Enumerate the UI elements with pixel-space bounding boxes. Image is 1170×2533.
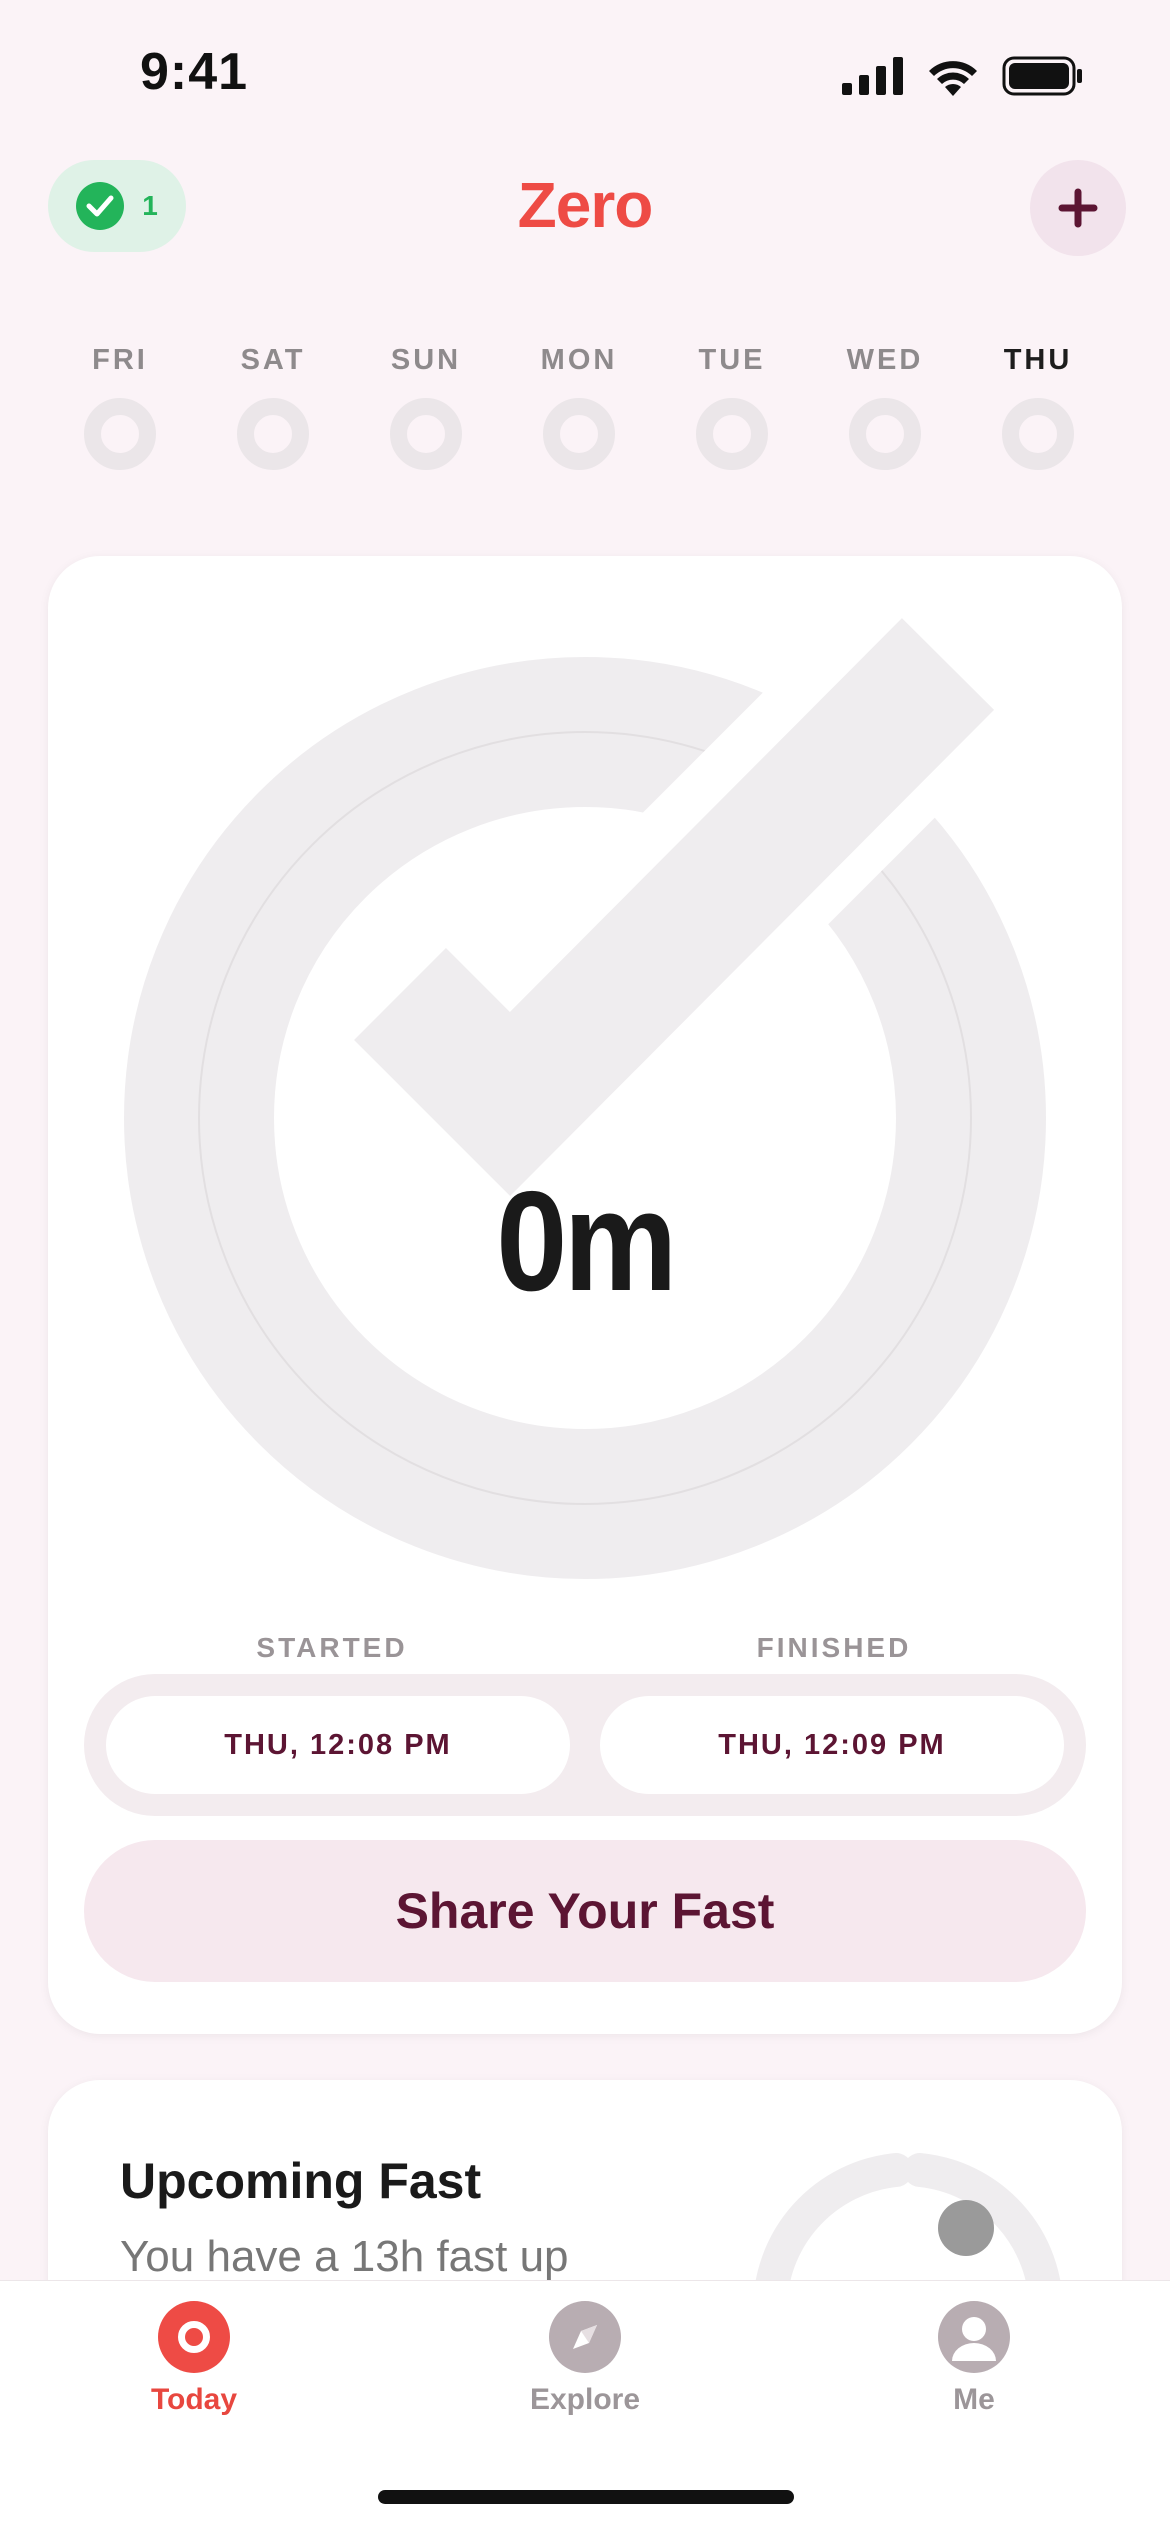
started-label: STARTED xyxy=(256,1632,408,1663)
day-label: WED xyxy=(846,344,924,376)
app-title: Zero xyxy=(517,169,654,241)
day-mon[interactable]: MON xyxy=(509,340,649,470)
status-time: 9:41 xyxy=(140,43,249,101)
today-icon xyxy=(158,2301,230,2373)
timer-ring xyxy=(124,556,1053,1579)
finished-label: FINISHED xyxy=(756,1632,912,1663)
tab-label: Me xyxy=(953,2383,995,2416)
home-indicator[interactable] xyxy=(378,2490,794,2504)
start-time-button[interactable]: THU, 12:08 PM xyxy=(106,1696,570,1794)
day-label: TUE xyxy=(698,344,766,376)
day-label: SAT xyxy=(240,344,306,376)
upcoming-description: You have a 13h fast up xyxy=(120,2232,569,2281)
day-progress-ring xyxy=(696,398,768,470)
share-fast-button[interactable]: Share Your Fast xyxy=(84,1840,1086,1982)
day-progress-ring xyxy=(543,398,615,470)
day-progress-ring xyxy=(237,398,309,470)
day-wed[interactable]: WED xyxy=(815,340,955,470)
day-thu[interactable]: THU xyxy=(968,340,1108,470)
upcoming-title: Upcoming Fast xyxy=(120,2153,482,2209)
tab-label: Explore xyxy=(529,2383,641,2416)
cellular-signal-icon xyxy=(842,57,903,95)
day-progress-ring xyxy=(84,398,156,470)
tab-today[interactable]: Today xyxy=(74,2301,314,2417)
add-fast-button[interactable] xyxy=(1030,160,1126,256)
day-label: THU xyxy=(1003,344,1073,376)
day-label: SUN xyxy=(390,344,462,376)
day-fri[interactable]: FRI xyxy=(50,340,190,470)
fast-timer-card: 0m STARTED FINISHED THU, 12:08 PM THU, 1… xyxy=(48,556,1122,2034)
plus-icon xyxy=(1058,188,1098,228)
elapsed-time: 0m xyxy=(496,1162,677,1321)
day-tue[interactable]: TUE xyxy=(662,340,802,470)
day-progress-ring xyxy=(1002,398,1074,470)
day-sun[interactable]: SUN xyxy=(356,340,496,470)
tab-explore[interactable]: Explore xyxy=(465,2301,705,2417)
wifi-icon xyxy=(929,61,977,96)
day-label: MON xyxy=(540,344,618,376)
week-row: FRI SAT SUN MON TUE WED THU xyxy=(50,340,1120,480)
end-time-button[interactable]: THU, 12:09 PM xyxy=(600,1696,1064,1794)
day-progress-ring xyxy=(390,398,462,470)
compass-icon xyxy=(549,2301,621,2373)
battery-icon xyxy=(1002,56,1082,96)
day-sat[interactable]: SAT xyxy=(203,340,343,470)
day-label: FRI xyxy=(92,344,148,376)
profile-icon xyxy=(938,2301,1010,2373)
tab-me[interactable]: Me xyxy=(854,2301,1094,2417)
time-range-selector: THU, 12:08 PM THU, 12:09 PM xyxy=(84,1674,1086,1816)
tab-label: Today xyxy=(150,2383,238,2416)
day-progress-ring xyxy=(849,398,921,470)
status-icons xyxy=(842,56,1084,96)
